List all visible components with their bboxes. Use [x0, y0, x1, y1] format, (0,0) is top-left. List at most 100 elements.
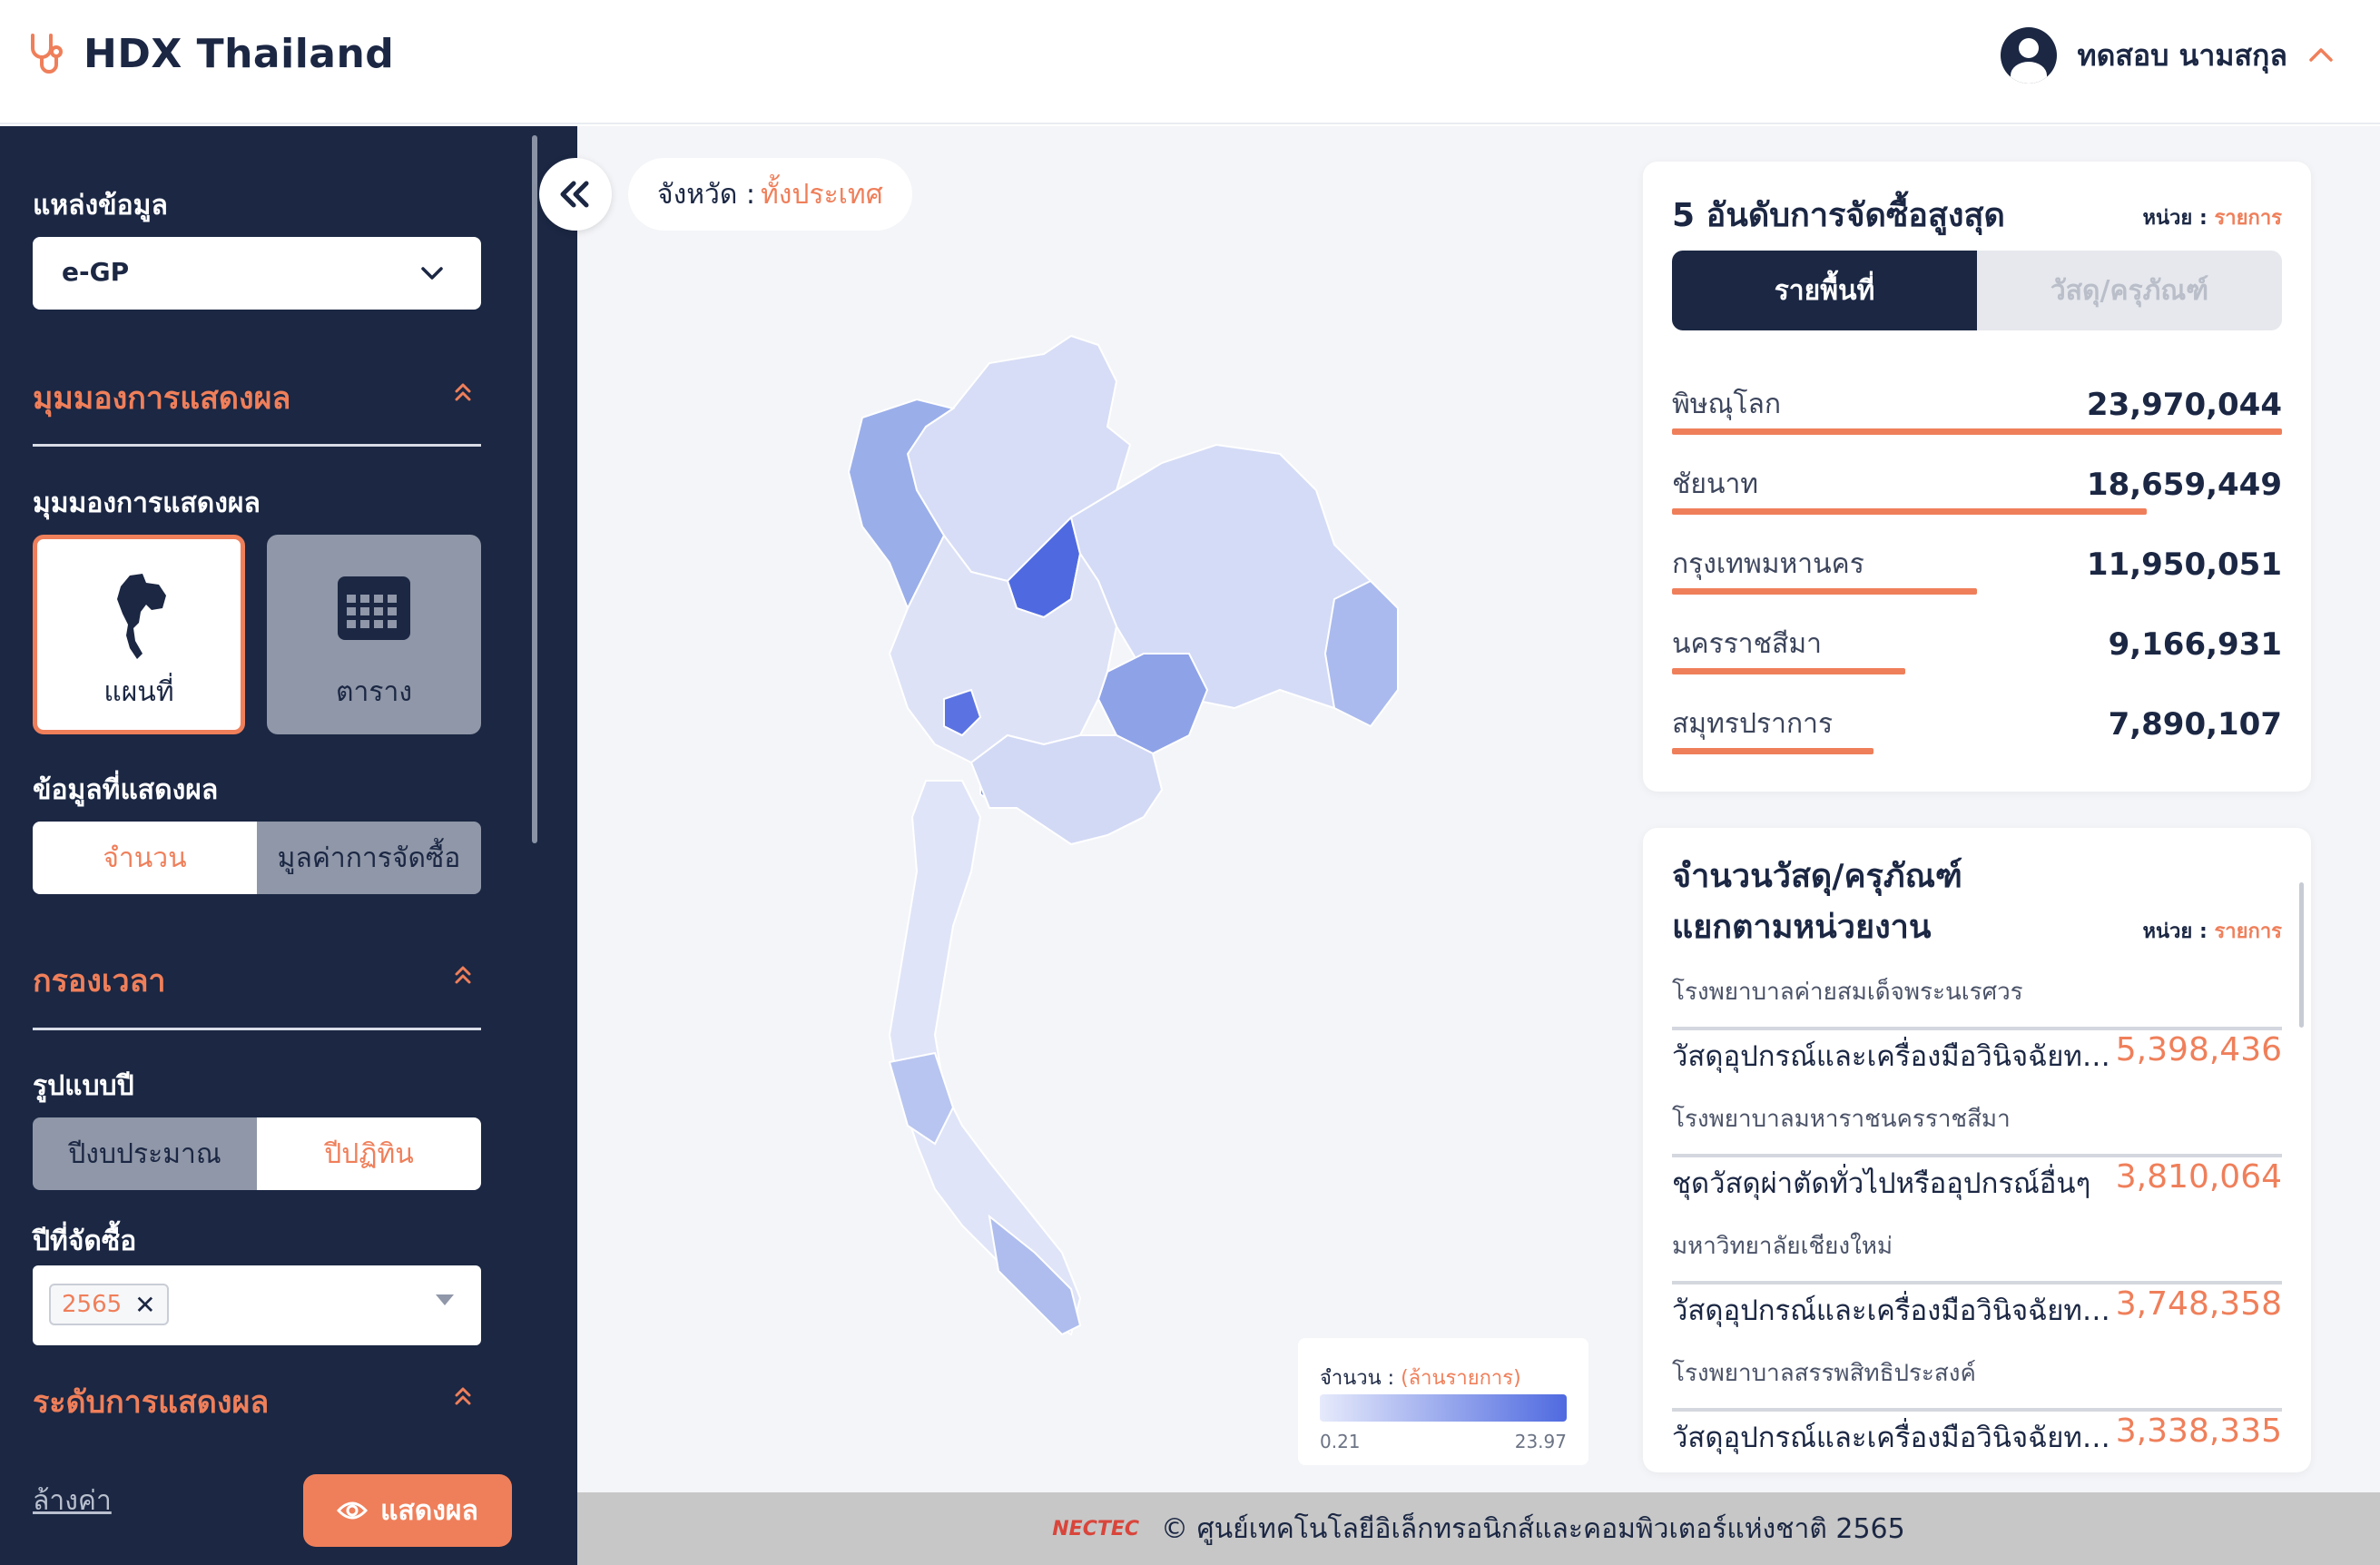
- chevron-up-icon[interactable]: [2307, 42, 2335, 69]
- year-type-toggle: ปีงบประมาณ ปีปฏิทิน: [33, 1117, 481, 1190]
- legend-max: 23.97: [1514, 1431, 1567, 1452]
- item-row[interactable]: วัสดุอุปกรณ์และเครื่องมือวินิจฉัยทางการแ…: [1672, 1282, 2282, 1333]
- dept-header: โรงพยาบาลสรรพสิทธิประสงค์: [1672, 1354, 2282, 1412]
- filter-sidebar: แหล่งข้อมูล e-GP มุมมองการแสดงผล มุมมองก…: [0, 126, 577, 1565]
- user-menu[interactable]: ทดสอบ นามสกุล: [2001, 27, 2335, 84]
- level-section-title[interactable]: ระดับการแสดงผล: [33, 1377, 269, 1426]
- sidebar-scrollbar[interactable]: [532, 135, 537, 843]
- dept-name: โรงพยาบาลค่ายสมเด็จพระนเรศวร: [1672, 979, 2023, 1006]
- dept-header: โรงพยาบาลค่ายสมเด็จพระนเรศวร: [1672, 973, 2282, 1030]
- rank-value: 9,166,931: [2108, 626, 2282, 663]
- item-value: 3,338,335: [2115, 1412, 2282, 1450]
- map-region-east: [969, 733, 1164, 846]
- data-toggle: จำนวน มูลค่าการจัดซื้อ: [33, 822, 481, 894]
- rank-row[interactable]: ชัยนาท 18,659,449: [1672, 450, 2282, 530]
- item-name: ชุดวัสดุผ่าตัดทั่วไปหรืออุปกรณ์อื่นๆ: [1672, 1167, 2091, 1200]
- item-value: 5,398,436: [2115, 1031, 2282, 1068]
- data-option-value[interactable]: มูลค่าการจัดซื้อ: [257, 822, 481, 894]
- rank-name: นครราชสีมา: [1672, 628, 1822, 660]
- unit-value: รายการ: [2214, 207, 2282, 230]
- collapse-sidebar-button[interactable]: [539, 158, 612, 231]
- reset-link[interactable]: ล้างค่า: [33, 1480, 112, 1522]
- province-value: ทั้งประเทศ: [760, 178, 883, 211]
- top5-title: 5 อันดับการจัดซื้อสูงสุด: [1672, 197, 2005, 234]
- show-results-button[interactable]: แสดงผล: [303, 1474, 512, 1547]
- legend-title-label: จำนวน :: [1320, 1367, 1395, 1390]
- item-row[interactable]: วัสดุอุปกรณ์และเครื่องมือวินิจฉัยทางการแ…: [1672, 1409, 2282, 1460]
- tab-material[interactable]: วัสดุ/ครุภัณฑ์: [1977, 251, 2282, 330]
- time-section-title[interactable]: กรองเวลา: [33, 956, 166, 1005]
- nectec-logo: NECTEC: [1052, 1517, 1140, 1540]
- rank-row[interactable]: นครราชสีมา 9,166,931: [1672, 610, 2282, 690]
- double-chevron-left-icon: [560, 181, 589, 208]
- view-option-map[interactable]: แผนที่: [33, 535, 245, 734]
- rank-name: กรุงเทพมหานคร: [1672, 548, 1864, 580]
- source-select[interactable]: e-GP: [33, 237, 481, 310]
- top5-tabs: รายพื้นที่ วัสดุ/ครุภัณฑ์: [1672, 251, 2282, 330]
- app-logo[interactable]: HDX Thailand: [27, 31, 394, 77]
- year-chip-label: 2565: [62, 1291, 123, 1318]
- eye-icon: [337, 1501, 369, 1520]
- rank-name: พิษณุโลก: [1672, 389, 1782, 420]
- app-header: HDX Thailand ทดสอบ นามสกุล: [0, 0, 2380, 124]
- dept-name: มหาวิทยาลัยเชียงใหม่: [1672, 1233, 1893, 1260]
- close-icon[interactable]: ✕: [134, 1290, 155, 1320]
- unit-label: หน่วย :: [2142, 207, 2208, 230]
- rank-name: สมุทรปราการ: [1672, 708, 1834, 740]
- tab-area[interactable]: รายพื้นที่: [1672, 251, 1977, 330]
- rank-bar: [1672, 748, 1874, 754]
- panel-scrollbar[interactable]: [2299, 882, 2304, 1028]
- dept-name: โรงพยาบาลมหาราชนครราชสีมา: [1672, 1106, 2011, 1133]
- top5-unit: หน่วย : รายการ: [2143, 202, 2282, 233]
- view-option-table[interactable]: ตาราง: [267, 535, 481, 734]
- double-chevron-up-icon[interactable]: [450, 379, 476, 405]
- unit-value: รายการ: [2214, 920, 2282, 943]
- view-option-label: แผนที่: [103, 676, 174, 708]
- unit-label: หน่วย :: [2142, 920, 2208, 943]
- purchase-year-label: ปีที่จัดซื้อ: [33, 1225, 137, 1257]
- view-option-label: ตาราง: [336, 676, 412, 708]
- province-label: จังหวัด :: [657, 178, 755, 211]
- by-unit-title-line1: จำนวนวัสดุ/ครุภัณฑ์: [1672, 858, 1962, 895]
- divider: [33, 444, 481, 447]
- divider: [33, 1028, 481, 1030]
- chevron-down-icon: [421, 267, 443, 280]
- data-option-count[interactable]: จำนวน: [33, 822, 257, 894]
- year-chip: 2565 ✕: [49, 1284, 169, 1325]
- province-filter[interactable]: จังหวัด : ทั้งประเทศ: [628, 158, 912, 231]
- by-unit-unit: หน่วย : รายการ: [2143, 915, 2282, 947]
- item-name: วัสดุอุปกรณ์และเครื่องมือวินิจฉัยทางการแ…: [1672, 1294, 2117, 1327]
- view-section-title[interactable]: มุมมองการแสดงผล: [33, 373, 290, 422]
- stethoscope-icon: [31, 33, 63, 74]
- year-type-calendar[interactable]: ปีปฏิทิน: [257, 1117, 481, 1190]
- rank-value: 11,950,051: [2086, 546, 2282, 583]
- item-name: วัสดุอุปกรณ์และเครื่องมือวินิจฉัยทางการแ…: [1672, 1422, 2117, 1454]
- double-chevron-up-icon[interactable]: [450, 962, 476, 988]
- data-label: ข้อมูลที่แสดงผล: [33, 774, 219, 806]
- rank-row[interactable]: พิษณุโลก 23,970,044: [1672, 370, 2282, 450]
- purchase-year-select[interactable]: 2565 ✕: [33, 1265, 481, 1345]
- source-value: e-GP: [62, 257, 130, 287]
- view-label: มุมมองการแสดงผล: [33, 487, 261, 519]
- rank-bar: [1672, 668, 1906, 674]
- rank-bar: [1672, 588, 1977, 595]
- rank-name: ชัยนาท: [1672, 468, 1759, 500]
- user-name[interactable]: ทดสอบ นามสกุล: [2077, 33, 2287, 79]
- thailand-choropleth-map[interactable]: [808, 309, 1425, 1416]
- avatar[interactable]: [2001, 27, 2058, 84]
- double-chevron-up-icon[interactable]: [450, 1383, 476, 1409]
- rank-row[interactable]: สมุทรปราการ 7,890,107: [1672, 690, 2282, 770]
- top5-panel: 5 อันดับการจัดซื้อสูงสุด หน่วย : รายการ …: [1643, 162, 2311, 792]
- rank-row[interactable]: กรุงเทพมหานคร 11,950,051: [1672, 530, 2282, 610]
- year-type-fiscal[interactable]: ปีงบประมาณ: [33, 1117, 257, 1190]
- item-name: วัสดุอุปกรณ์และเครื่องมือวินิจฉัยทางการแ…: [1672, 1040, 2117, 1073]
- caret-down-icon[interactable]: [436, 1294, 454, 1305]
- item-row[interactable]: วัสดุอุปกรณ์และเครื่องมือวินิจฉัยทางการแ…: [1672, 1028, 2282, 1078]
- item-value: 3,810,064: [2115, 1158, 2282, 1196]
- dept-header: โรงพยาบาลมหาราชนครราชสีมา: [1672, 1100, 2282, 1157]
- rank-value: 23,970,044: [2086, 387, 2282, 423]
- dept-header: มหาวิทยาลัยเชียงใหม่: [1672, 1227, 2282, 1284]
- show-results-label: แสดงผล: [380, 1494, 478, 1527]
- footer: NECTEC © ศูนย์เทคโนโลยีอิเล็กทรอนิกส์และ…: [577, 1492, 2380, 1565]
- item-row[interactable]: ชุดวัสดุผ่าตัดทั่วไปหรืออุปกรณ์อื่นๆ 3,81…: [1672, 1155, 2282, 1206]
